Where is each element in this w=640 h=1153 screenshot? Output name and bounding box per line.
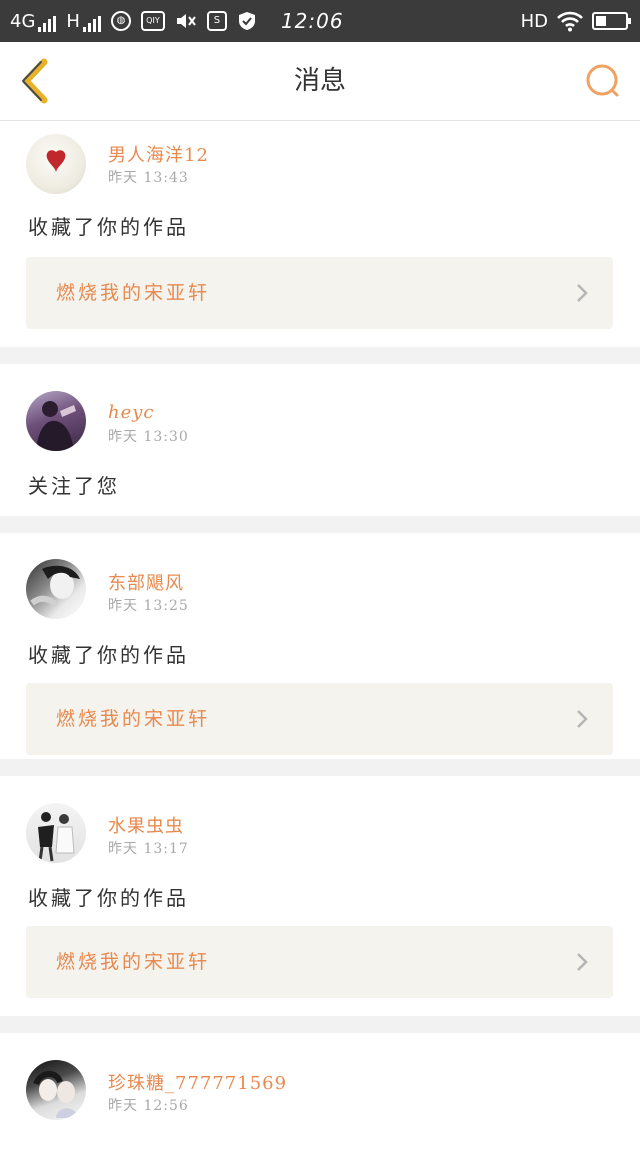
- status-bar: 4G H ◍ QIY S 12:06 HD: [0, 0, 640, 42]
- avatar-couple-icon: [33, 1071, 78, 1118]
- hd-indicator: HD: [520, 10, 548, 32]
- app-header: 消息: [0, 42, 640, 121]
- shield-check-icon: [238, 12, 255, 30]
- page-title: 消息: [293, 66, 346, 96]
- message-list: 男人海洋12 昨天 13:43 收藏了你的作品 燃烧我的宋亚轩 heyc 昨天 …: [0, 121, 640, 1153]
- work-title: 燃烧我的宋亚轩: [56, 708, 211, 730]
- iqiyi-icon: QIY: [140, 11, 165, 31]
- mute-volume-icon: [176, 14, 196, 28]
- avatar-figure-icon: [36, 401, 76, 451]
- signal-4g-indicator: 4G: [10, 10, 57, 32]
- work-title: 燃烧我的宋亚轩: [56, 951, 211, 973]
- action-text: 收藏了你的作品: [28, 643, 189, 667]
- message-item[interactable]: 男人海洋12 昨天 13:43 收藏了你的作品 燃烧我的宋亚轩: [0, 121, 640, 347]
- chevron-right-icon: [577, 284, 588, 302]
- timestamp: 昨天 13:25: [108, 598, 189, 614]
- username[interactable]: 水果虫虫: [108, 812, 184, 838]
- username[interactable]: heyc: [108, 402, 155, 423]
- username[interactable]: 珍珠糖_777771569: [108, 1069, 287, 1095]
- network-4g-label: 4G: [10, 10, 36, 32]
- network-h-label: H: [66, 10, 80, 32]
- action-text: 收藏了你的作品: [28, 215, 189, 239]
- heart-icon: [46, 150, 66, 172]
- battery-icon: [592, 12, 631, 30]
- message-item[interactable]: 珍珠糖_777771569 昨天 12:56: [0, 1033, 640, 1153]
- s-app-icon: S: [206, 11, 227, 31]
- avatar[interactable]: [26, 391, 86, 451]
- signal-bars-icon: [38, 15, 57, 32]
- timestamp: 昨天 13:30: [108, 429, 189, 445]
- message-item[interactable]: 水果虫虫 昨天 13:17 收藏了你的作品 燃烧我的宋亚轩: [0, 776, 640, 1016]
- action-text: 关注了您: [28, 474, 120, 498]
- message-item[interactable]: heyc 昨天 13:30 关注了您: [0, 364, 640, 516]
- search-icon[interactable]: [584, 62, 622, 100]
- chevron-right-icon: [577, 710, 588, 728]
- timestamp: 昨天 13:17: [108, 841, 189, 857]
- signal-h-indicator: H: [66, 11, 101, 32]
- work-link[interactable]: 燃烧我的宋亚轩: [26, 257, 613, 329]
- avatar[interactable]: [26, 803, 86, 863]
- work-link[interactable]: 燃烧我的宋亚轩: [26, 683, 613, 755]
- avatar[interactable]: [26, 134, 86, 194]
- battery-level: [596, 16, 606, 26]
- avatar[interactable]: [26, 1060, 86, 1120]
- clock: 12:06: [280, 9, 344, 33]
- timestamp: 昨天 12:56: [108, 1098, 189, 1114]
- timestamp: 昨天 13:43: [108, 170, 189, 186]
- signal-bars-icon: [82, 15, 101, 32]
- username[interactable]: 东部飓风: [108, 569, 184, 595]
- username[interactable]: 男人海洋12: [108, 141, 209, 167]
- message-item[interactable]: 东部飓风 昨天 13:25 收藏了你的作品 燃烧我的宋亚轩: [0, 533, 640, 759]
- avatar[interactable]: [26, 559, 86, 619]
- avatar-face-icon: [30, 565, 80, 608]
- chevron-right-icon: [577, 953, 588, 971]
- work-title: 燃烧我的宋亚轩: [56, 282, 211, 304]
- action-text: 收藏了你的作品: [28, 886, 189, 910]
- avatar-couple-icon: [38, 812, 75, 862]
- browser-icon: ◍: [110, 11, 131, 31]
- wifi-icon: [557, 11, 583, 32]
- work-link[interactable]: 燃烧我的宋亚轩: [26, 926, 613, 998]
